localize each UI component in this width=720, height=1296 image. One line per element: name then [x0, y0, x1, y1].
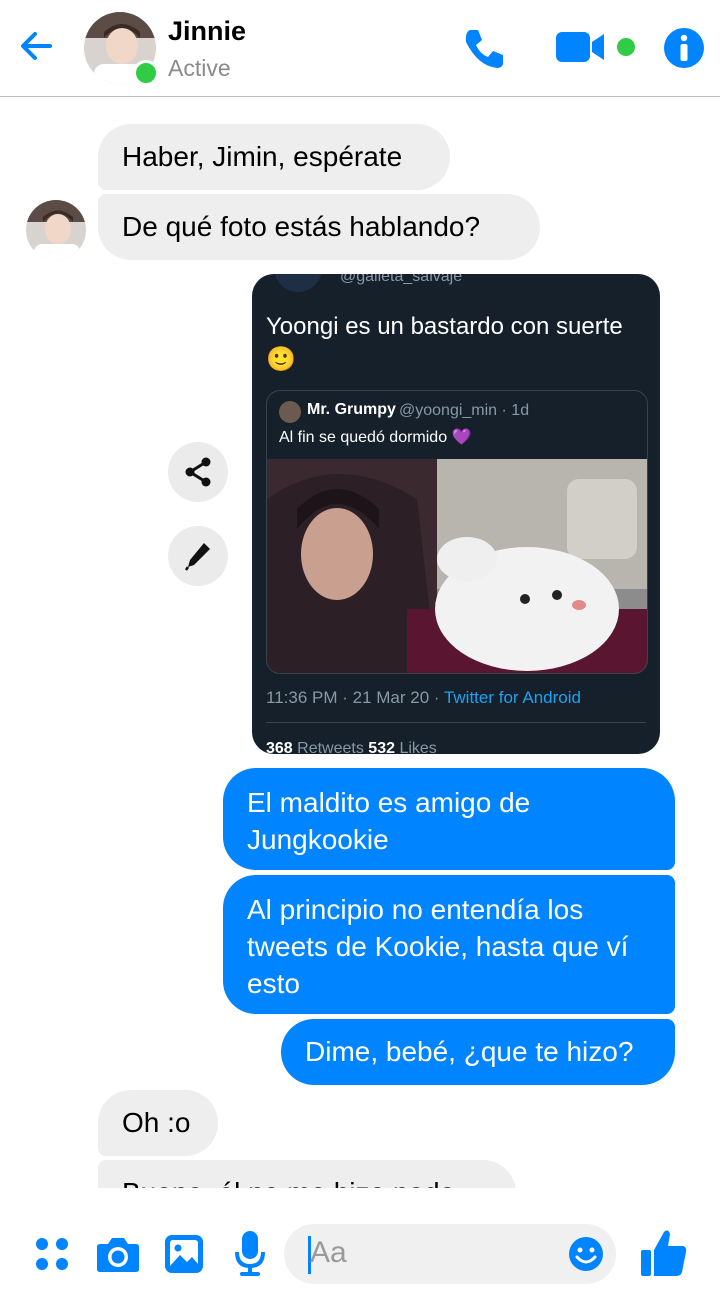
quoted-tweet-text: Al fin se quedó dormido 💜	[279, 429, 472, 446]
thumbs-up-icon	[641, 1230, 687, 1276]
likes-count: 532	[368, 740, 395, 754]
contact-name[interactable]: Jinnie	[168, 16, 246, 47]
more-actions-button[interactable]	[34, 1236, 70, 1277]
outgoing-message[interactable]: Dime, bebé, ¿que te hizo?	[281, 1019, 675, 1085]
voice-message-button[interactable]	[234, 1230, 266, 1281]
tweet-author-avatar	[274, 274, 322, 292]
quoted-author-handle: @yoongi_min · 1d	[399, 402, 530, 419]
tweet-author-handle: @galleta_salvaje	[340, 274, 463, 285]
message-input-placeholder: Aa	[310, 1236, 347, 1269]
back-button[interactable]	[14, 24, 58, 68]
quoted-tweet: Mr. Grumpy @yoongi_min · 1d Al fin se qu…	[266, 390, 648, 674]
likes-label: Likes	[395, 740, 437, 754]
share-button[interactable]	[168, 442, 228, 502]
shared-tweet-image[interactable]: @galleta_salvaje Yoongi es un bastardo c…	[252, 274, 660, 754]
voice-call-button[interactable]	[460, 24, 508, 77]
tweet-timestamp: 11:36 PM · 21 Mar 20 ·	[266, 688, 444, 707]
message-clip: Bueno, él no me hizo nada	[98, 1160, 516, 1188]
sender-avatar[interactable]	[26, 200, 86, 260]
tweet-source: Twitter for Android	[443, 688, 581, 707]
outgoing-message[interactable]: Al principio no entendía los tweets de K…	[223, 875, 675, 1014]
tweet-text: Yoongi es un bastardo con suerte 🙂	[266, 313, 623, 373]
quoted-author-avatar	[279, 401, 301, 423]
edit-button[interactable]	[168, 526, 228, 586]
gallery-icon	[165, 1235, 203, 1273]
incoming-message[interactable]: Oh :o	[98, 1090, 218, 1156]
retweets-count: 368	[266, 740, 293, 754]
incoming-message[interactable]: De qué foto estás hablando?	[98, 194, 540, 260]
share-icon	[185, 457, 211, 487]
like-button[interactable]	[640, 1228, 688, 1283]
microphone-icon	[235, 1231, 265, 1276]
message-input[interactable]: Aa	[284, 1224, 616, 1284]
emoji-button[interactable]	[568, 1236, 604, 1277]
info-button[interactable]	[663, 27, 705, 74]
outgoing-message[interactable]: El maldito es amigo de Jungkookie	[223, 768, 675, 870]
tweet-meta: 11:36 PM · 21 Mar 20 · Twitter for Andro…	[266, 688, 581, 708]
apps-icon	[36, 1238, 68, 1270]
tweet-divider	[266, 722, 646, 723]
camera-button[interactable]	[96, 1234, 140, 1279]
camera-icon	[97, 1238, 139, 1272]
active-status-dot	[133, 60, 159, 86]
quoted-tweet-photo	[267, 459, 647, 673]
contact-status: Active	[168, 55, 231, 81]
incoming-message[interactable]: Bueno, él no me hizo nada	[98, 1160, 516, 1188]
info-icon	[664, 28, 704, 68]
tweet-stats: 368 Retweets 532 Likes	[266, 740, 437, 754]
gallery-button[interactable]	[164, 1234, 204, 1279]
quoted-author-name: Mr. Grumpy	[307, 401, 396, 418]
video-active-dot	[617, 38, 635, 56]
video-call-button[interactable]	[556, 30, 606, 69]
back-arrow-icon	[21, 32, 52, 60]
incoming-message[interactable]: Haber, Jimin, espérate	[98, 124, 450, 190]
video-camera-icon	[556, 32, 604, 62]
conversation-header: Jinnie Active	[0, 0, 720, 97]
emoji-icon	[569, 1237, 603, 1271]
retweets-label: Retweets	[292, 740, 369, 754]
pencil-icon	[184, 543, 210, 571]
phone-icon	[465, 30, 503, 68]
